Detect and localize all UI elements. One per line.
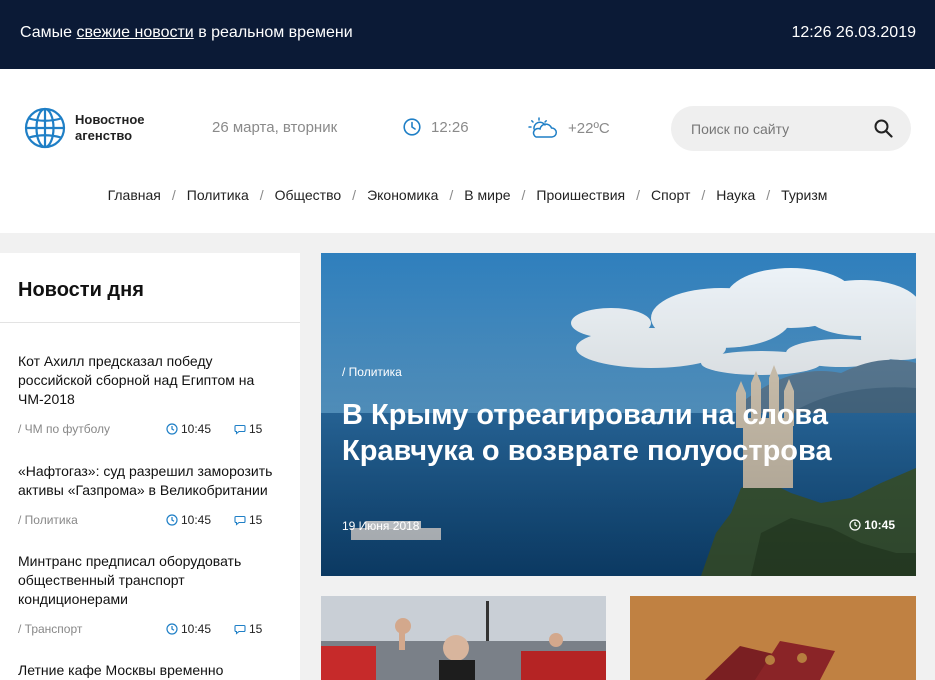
news-comments[interactable]: 15 — [234, 622, 262, 636]
nav-separator: / — [636, 187, 641, 203]
protest-photo — [321, 596, 606, 680]
news-title[interactable]: Кот Ахилл предсказал победу российской с… — [18, 352, 283, 409]
nav-separator: / — [171, 187, 176, 203]
clock-icon — [166, 514, 178, 526]
news-category[interactable]: / Транспорт — [18, 622, 82, 636]
comment-icon — [234, 424, 246, 435]
logo-text: Новостное агенство — [75, 112, 145, 143]
list-item: Минтранс предписал оборудовать обществен… — [18, 552, 283, 636]
search-input[interactable] — [691, 106, 866, 151]
featured-date: 19 Июня 2018 — [342, 519, 420, 533]
fresh-news-link[interactable]: свежие новости — [76, 24, 193, 41]
news-category[interactable]: / ЧМ по футболу — [18, 422, 110, 436]
news-time-value: 10:45 — [181, 422, 212, 436]
news-title[interactable]: Летние кафе Москвы временно — [18, 661, 283, 680]
site-header: Новостное агенство 26 марта, вторник 12:… — [0, 69, 935, 233]
article-card[interactable] — [630, 596, 916, 680]
nav-item-home[interactable]: Главная — [108, 187, 161, 203]
header-date: 26 марта, вторник — [212, 119, 338, 136]
featured-time-value: 10:45 — [864, 518, 895, 532]
news-meta: / Транспорт 10:45 15 — [18, 622, 283, 636]
comment-icon — [234, 624, 246, 635]
search-icon[interactable] — [874, 119, 893, 138]
nav-item-tourism[interactable]: Туризм — [781, 187, 827, 203]
nav-item-incidents[interactable]: Проишествия — [536, 187, 625, 203]
news-title[interactable]: Минтранс предписал оборудовать обществен… — [18, 552, 283, 609]
header-time: 12:26 — [403, 118, 469, 136]
featured-category[interactable]: / Политика — [342, 365, 402, 379]
news-comments-count: 15 — [249, 422, 263, 436]
nav-separator: / — [521, 187, 526, 203]
clock-icon — [166, 423, 178, 435]
header-weather: +22ºC — [528, 117, 610, 139]
nav-item-sport[interactable]: Спорт — [651, 187, 690, 203]
divider — [0, 322, 300, 323]
nav-separator: / — [701, 187, 706, 203]
weather-temperature: +22ºC — [568, 119, 610, 137]
article-card[interactable] — [321, 596, 606, 680]
header-time-value: 12:26 — [431, 118, 469, 136]
news-title[interactable]: «Нафтогаз»: суд разрешил заморозить акти… — [18, 462, 283, 500]
search-box — [671, 106, 911, 151]
passports-photo — [630, 596, 916, 680]
current-datetime: 12:26 26.03.2019 — [791, 24, 916, 41]
clock-icon — [166, 623, 178, 635]
news-comments-count: 15 — [249, 622, 263, 636]
comment-icon — [234, 515, 246, 526]
news-time-value: 10:45 — [181, 622, 212, 636]
nav-item-society[interactable]: Общество — [275, 187, 342, 203]
nav-item-economy[interactable]: Экономика — [367, 187, 438, 203]
globe-icon — [24, 107, 66, 149]
news-time: 10:45 — [166, 622, 211, 636]
partly-cloudy-icon — [528, 117, 557, 138]
news-comments[interactable]: 15 — [234, 513, 262, 527]
featured-title[interactable]: В Крыму отреагировали на слова Кравчука … — [342, 397, 882, 469]
list-item: Летние кафе Москвы временно — [18, 661, 283, 680]
list-item: Кот Ахилл предсказал победу российской с… — [18, 352, 283, 436]
nav-separator: / — [449, 187, 454, 203]
news-time: 10:45 — [166, 422, 211, 436]
nav-separator: / — [259, 187, 264, 203]
sidebar-title: Новости дня — [18, 279, 144, 301]
list-item: «Нафтогаз»: суд разрешил заморозить акти… — [18, 462, 283, 527]
tagline-suffix: в реальном времени — [198, 24, 353, 41]
nav-separator: / — [766, 187, 771, 203]
clock-icon — [403, 118, 421, 136]
nav-item-science[interactable]: Наука — [716, 187, 755, 203]
top-bar: Самые свежие новости в реальном времени … — [0, 0, 935, 69]
clock-icon — [849, 519, 861, 531]
nav-item-world[interactable]: В мире — [464, 187, 510, 203]
featured-time: 10:45 — [849, 518, 895, 532]
news-of-day-sidebar: Новости дня Кот Ахилл предсказал победу … — [0, 253, 300, 680]
news-time: 10:45 — [166, 513, 211, 527]
news-comments-count: 15 — [249, 513, 263, 527]
tagline-prefix: Самые — [20, 24, 73, 41]
featured-article[interactable]: / Политика В Крыму отреагировали на слов… — [321, 253, 916, 576]
nav-separator: / — [352, 187, 357, 203]
news-comments[interactable]: 15 — [234, 422, 262, 436]
nav-item-politics[interactable]: Политика — [187, 187, 249, 203]
tagline: Самые свежие новости в реальном времени — [20, 24, 353, 42]
news-time-value: 10:45 — [181, 513, 212, 527]
news-meta: / ЧМ по футболу 10:45 15 — [18, 422, 283, 436]
main-nav: Главная / Политика / Общество / Экономик… — [0, 187, 935, 203]
logo[interactable]: Новостное агенство — [24, 107, 165, 149]
news-meta: / Политика 10:45 15 — [18, 513, 283, 527]
news-category[interactable]: / Политика — [18, 513, 78, 527]
